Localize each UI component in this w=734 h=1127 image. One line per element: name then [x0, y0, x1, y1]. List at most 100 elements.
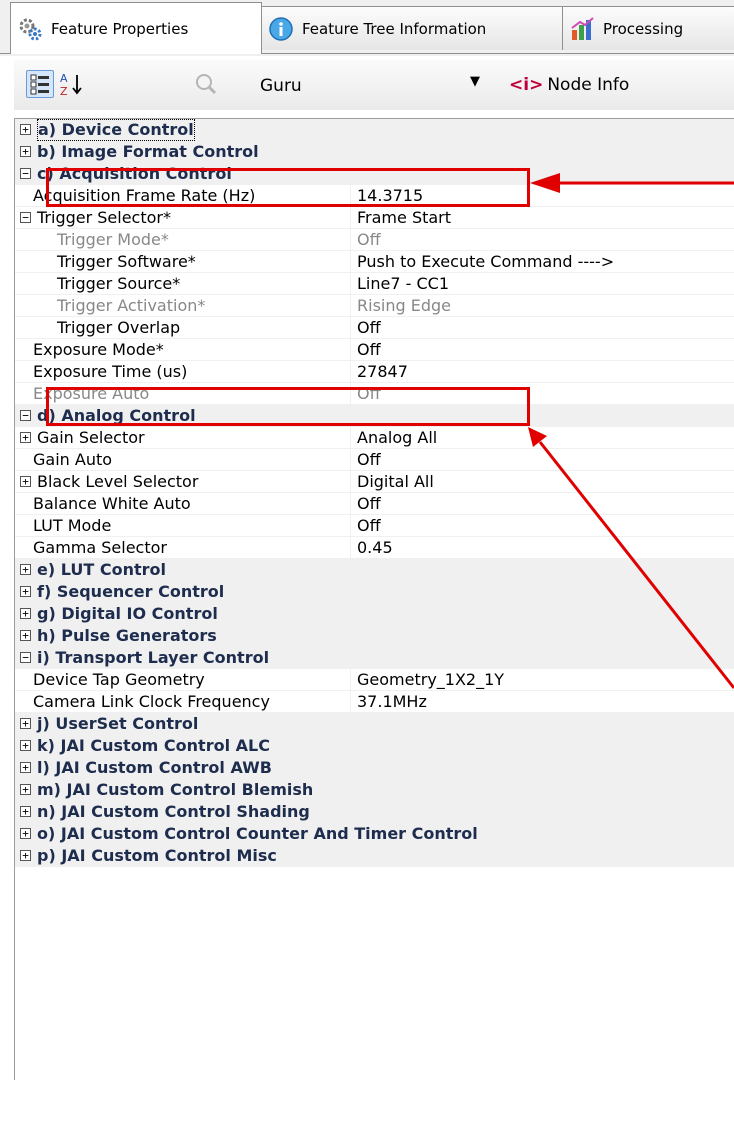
property-row[interactable]: Balance White Auto Off — [15, 493, 734, 515]
svg-text:A: A — [60, 72, 68, 85]
category-row[interactable]: + l) JAI Custom Control AWB — [15, 757, 734, 779]
category-label: l) JAI Custom Control AWB — [37, 758, 272, 777]
property-row[interactable]: Gamma Selector 0.45 — [15, 537, 734, 559]
property-value[interactable]: Geometry_1X2_1Y — [357, 669, 504, 691]
category-row[interactable]: + n) JAI Custom Control Shading — [15, 801, 734, 823]
property-row[interactable]: − Trigger Selector* Frame Start — [15, 207, 734, 229]
category-row[interactable]: + g) Digital IO Control — [15, 603, 734, 625]
node-info-tag: <i> — [509, 75, 544, 95]
expand-icon[interactable]: + — [20, 762, 31, 773]
collapse-icon[interactable]: − — [20, 652, 31, 663]
expand-icon[interactable]: + — [20, 806, 31, 817]
property-name: Gain Selector — [37, 428, 145, 447]
property-row[interactable]: Exposure Time (us) 27847 — [15, 361, 734, 383]
property-row[interactable]: Gain Auto Off — [15, 449, 734, 471]
expand-icon[interactable]: + — [20, 608, 31, 619]
category-label: b) Image Format Control — [37, 142, 259, 161]
property-value[interactable]: Rising Edge — [357, 295, 451, 317]
expand-icon[interactable]: + — [20, 718, 31, 729]
property-value[interactable]: 27847 — [357, 361, 408, 383]
node-info-label: Node Info — [547, 75, 630, 95]
category-row[interactable]: + j) UserSet Control — [15, 713, 734, 735]
property-value[interactable]: 0.45 — [357, 537, 393, 559]
expand-icon[interactable]: + — [20, 630, 31, 641]
camera-properties-window: Feature Properties Feature Tree Informat… — [0, 0, 734, 1127]
property-row[interactable]: Device Tap Geometry Geometry_1X2_1Y — [15, 669, 734, 691]
property-value[interactable]: Off — [357, 229, 381, 251]
property-value[interactable]: Push to Execute Command ----> — [357, 251, 614, 273]
category-label: a) Device Control — [37, 119, 195, 141]
expand-icon[interactable]: + — [20, 476, 31, 487]
annotation-box-exposure-mode — [46, 387, 530, 426]
sort-az-icon: A Z — [60, 72, 82, 98]
search-button[interactable] — [192, 70, 220, 98]
category-row[interactable]: + a) Device Control — [15, 119, 734, 141]
category-row[interactable]: − i) Transport Layer Control — [15, 647, 734, 669]
property-value[interactable]: Line7 - CC1 — [357, 273, 449, 295]
expand-icon[interactable]: + — [20, 740, 31, 751]
property-value[interactable]: Off — [357, 317, 381, 339]
category-row[interactable]: + e) LUT Control — [15, 559, 734, 581]
alphabetical-sort-button[interactable]: A Z — [58, 70, 86, 98]
property-row[interactable]: Camera Link Clock Frequency 37.1MHz — [15, 691, 734, 713]
category-row[interactable]: + b) Image Format Control — [15, 141, 734, 163]
category-label: o) JAI Custom Control Counter And Timer … — [37, 824, 478, 843]
expand-icon[interactable]: + — [20, 828, 31, 839]
expand-icon[interactable]: + — [20, 586, 31, 597]
property-value[interactable]: Off — [357, 515, 381, 537]
property-row[interactable]: Trigger Overlap Off — [15, 317, 734, 339]
grid-empty-area — [15, 867, 734, 1127]
visibility-select[interactable]: Guru ▼ — [228, 70, 516, 100]
property-row[interactable]: Trigger Activation* Rising Edge — [15, 295, 734, 317]
categorized-view-button[interactable] — [26, 70, 54, 98]
collapse-icon[interactable]: − — [20, 168, 31, 179]
chart-icon — [571, 16, 594, 40]
search-icon — [196, 74, 217, 95]
category-label: h) Pulse Generators — [37, 626, 217, 645]
property-name: Trigger Selector* — [37, 208, 171, 227]
property-grid: + a) Device Control + b) Image Format Contr… — [14, 118, 734, 1127]
property-name: Trigger Activation* — [57, 296, 206, 315]
property-name: Trigger Mode* — [57, 230, 169, 249]
property-row[interactable]: Trigger Mode* Off — [15, 229, 734, 251]
property-row[interactable]: + Black Level Selector Digital All — [15, 471, 734, 493]
property-row[interactable]: Exposure Mode* Off — [15, 339, 734, 361]
expand-icon[interactable]: + — [20, 850, 31, 861]
property-value[interactable]: Off — [357, 449, 381, 471]
tab-label: Feature Tree Information — [302, 19, 487, 38]
collapse-icon[interactable]: − — [20, 410, 31, 421]
property-value[interactable]: Off — [357, 339, 381, 361]
category-row[interactable]: + h) Pulse Generators — [15, 625, 734, 647]
property-row[interactable]: Trigger Software* Push to Execute Command… — [15, 251, 734, 273]
category-row[interactable]: + f) Sequencer Control — [15, 581, 734, 603]
tab-feature-tree-information[interactable]: Feature Tree Information — [261, 6, 563, 50]
property-row[interactable]: Trigger Source* Line7 - CC1 — [15, 273, 734, 295]
annotation-box-frame-rate — [46, 168, 530, 207]
tab-feature-properties[interactable]: Feature Properties — [10, 2, 262, 54]
property-value[interactable]: Digital All — [357, 471, 434, 493]
category-row[interactable]: + m) JAI Custom Control Blemish — [15, 779, 734, 801]
category-row[interactable]: + p) JAI Custom Control Misc — [15, 845, 734, 867]
property-value[interactable]: 37.1MHz — [357, 691, 427, 713]
category-row[interactable]: + o) JAI Custom Control Counter And Timer… — [15, 823, 734, 845]
property-name: Trigger Software* — [57, 252, 196, 271]
property-value[interactable]: Frame Start — [357, 207, 451, 229]
property-row[interactable]: + Gain Selector Analog All — [15, 427, 734, 449]
expand-icon[interactable]: + — [20, 432, 31, 443]
node-info-button[interactable]: <i> Node Info — [509, 75, 629, 95]
expand-icon[interactable]: + — [20, 784, 31, 795]
expand-icon[interactable]: + — [20, 146, 31, 157]
category-row[interactable]: + k) JAI Custom Control ALC — [15, 735, 734, 757]
property-value[interactable]: Analog All — [357, 427, 437, 449]
expand-icon[interactable]: + — [20, 124, 31, 135]
tab-label: Processing — [603, 19, 684, 38]
expand-icon[interactable]: + — [20, 564, 31, 575]
tab-processing[interactable]: Processing — [562, 6, 734, 50]
property-row[interactable]: LUT Mode Off — [15, 515, 734, 537]
property-name: Gamma Selector — [33, 538, 167, 557]
visibility-value: Guru — [260, 76, 302, 96]
property-value[interactable]: Off — [357, 493, 381, 515]
property-name: Balance White Auto — [33, 494, 191, 513]
collapse-icon[interactable]: − — [20, 212, 31, 223]
property-name: Device Tap Geometry — [33, 670, 205, 689]
